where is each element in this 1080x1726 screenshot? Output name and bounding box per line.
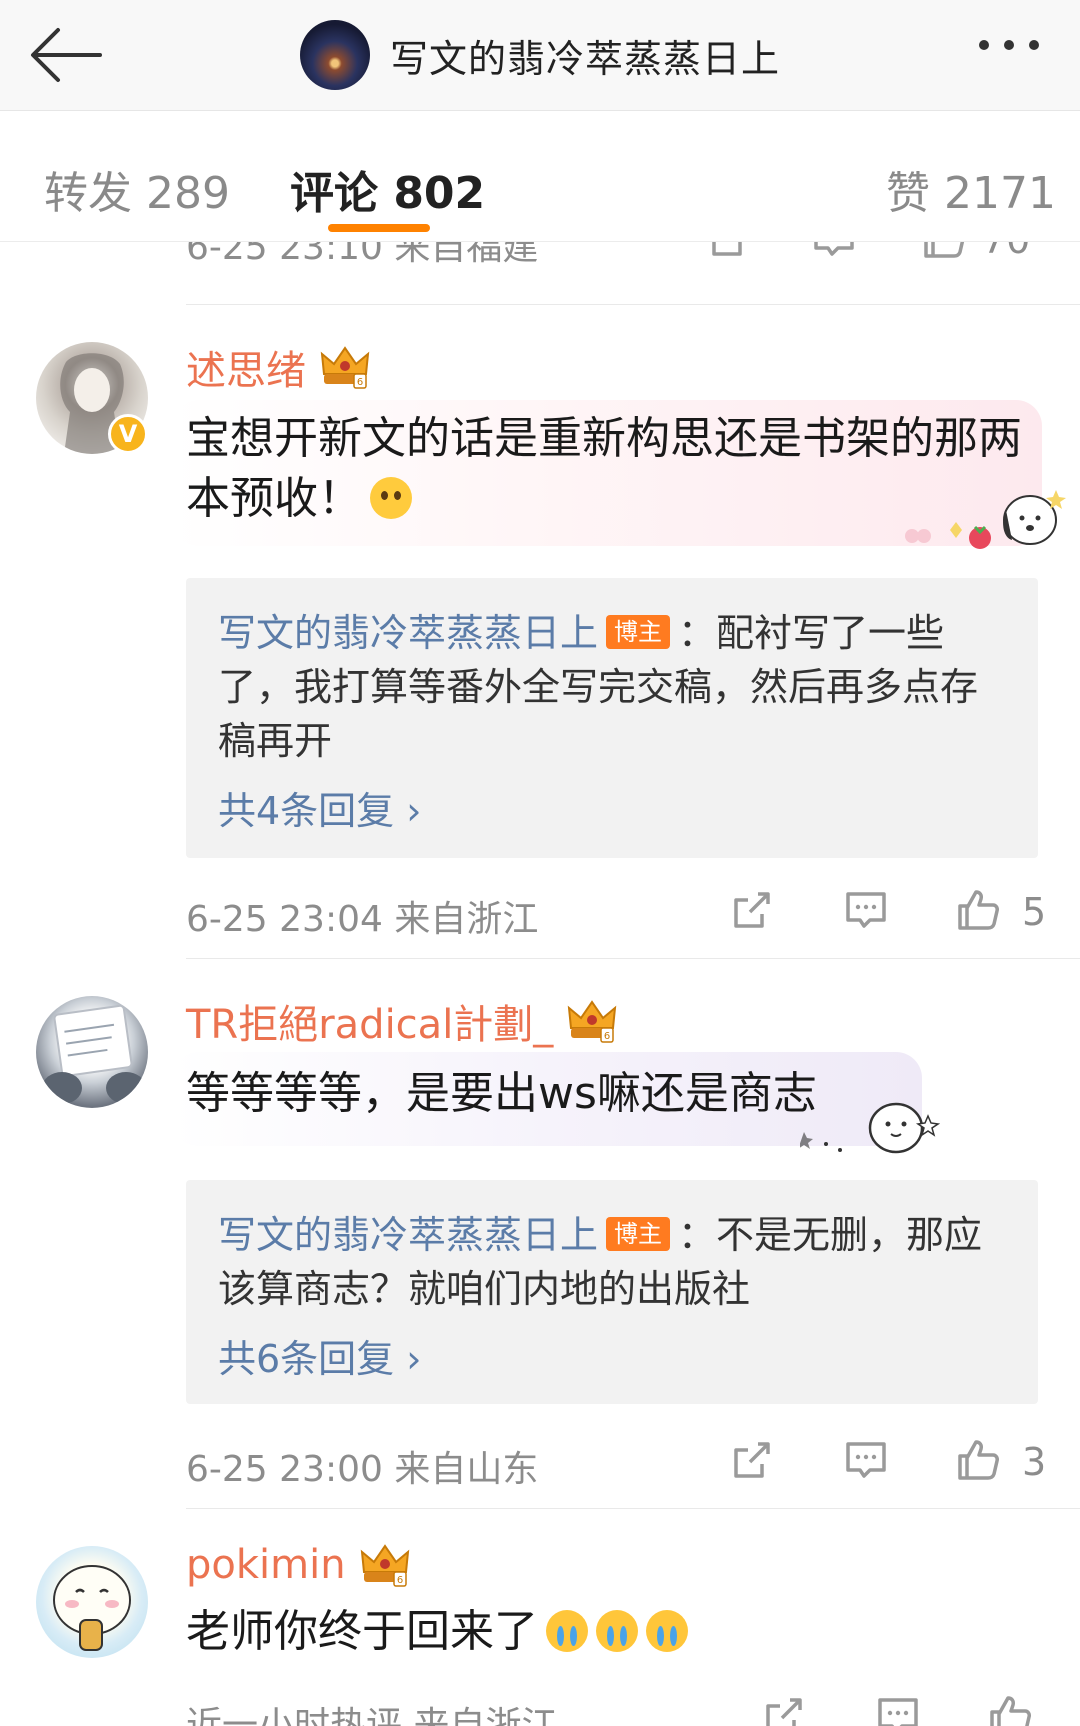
crying-face-emoji-icon xyxy=(596,1610,638,1652)
like-icon[interactable] xyxy=(954,886,1002,934)
comment-username[interactable]: pokimin 6 xyxy=(186,1542,412,1588)
divider xyxy=(186,958,1080,959)
crying-face-emoji-icon xyxy=(646,1610,688,1652)
tab-repost[interactable]: 转发 289 xyxy=(44,157,230,221)
comment-time: 6-25 23:00 来自山东 xyxy=(186,1449,539,1490)
view-replies-link[interactable]: 共4条回复 › xyxy=(218,780,421,835)
reply-text: 写文的翡冷萃蒸蒸日上 博主 ：不是无删，那应该算商志？就咱们内地的出版社 xyxy=(218,1208,1010,1316)
reply-text: 写文的翡冷萃蒸蒸日上 博主 ：配衬写了一些了，我打算等番外全写完交稿，然后再多点存稿… xyxy=(218,606,1010,768)
like-icon[interactable] xyxy=(986,1692,1034,1726)
blogger-tag: 博主 xyxy=(606,1217,671,1251)
comment-body: 等等等等，是要出ws嘛还是商志 xyxy=(186,1068,817,1119)
top-nav-bar: 写文的翡冷萃蒸蒸日上 xyxy=(0,0,1080,111)
avatar[interactable] xyxy=(36,1546,148,1658)
tab-likes[interactable]: 赞 2171 xyxy=(886,157,1056,221)
author-name: 写文的翡冷萃蒸蒸日上 xyxy=(390,36,781,81)
comment-time: 近一小时热评 来自浙江 xyxy=(186,1705,558,1726)
bear-sticker-icon xyxy=(800,1102,940,1154)
back-arrow-icon[interactable] xyxy=(26,22,106,88)
comment-icon[interactable] xyxy=(874,1692,922,1726)
author-header[interactable]: 写文的翡冷萃蒸蒸日上 xyxy=(300,12,780,98)
comment-body: 宝想开新文的话是重新构思还是书架的那两本预收！ xyxy=(186,413,1022,524)
comment-icon[interactable] xyxy=(842,1436,890,1484)
repost-icon[interactable] xyxy=(728,886,776,934)
view-replies-link[interactable]: 共6条回复 › xyxy=(218,1328,421,1383)
divider xyxy=(186,1508,1080,1509)
more-options-icon[interactable] xyxy=(974,30,1044,60)
comment-meta-row: 6-25 23:04 来自浙江 5 xyxy=(0,882,1080,942)
like-icon[interactable] xyxy=(954,1436,1002,1484)
reply-author-name[interactable]: 写文的翡冷萃蒸蒸日上 xyxy=(218,1213,598,1257)
verified-badge-icon: V xyxy=(108,414,148,454)
comment-username[interactable]: 述思绪 6 xyxy=(186,338,372,396)
pleading-face-emoji-icon xyxy=(370,477,412,519)
comment-icon[interactable] xyxy=(842,886,890,934)
username-label: TR拒絕radical計劃_ xyxy=(186,1002,554,1048)
tab-comments[interactable]: 评论 802 xyxy=(290,157,485,221)
blogger-tag: 博主 xyxy=(606,615,671,649)
crying-face-emoji-icon xyxy=(546,1610,588,1652)
comment-feed[interactable]: 6-25 23:10 来自福建 70 V 述思绪 6 宝想开新文的话是重新构思还… xyxy=(0,0,1080,1726)
like-count: 3 xyxy=(1022,1440,1047,1484)
reply-author-name[interactable]: 写文的翡冷萃蒸蒸日上 xyxy=(218,611,598,655)
author-avatar[interactable] xyxy=(300,20,370,90)
comment-body: 老师你终于回来了 xyxy=(186,1606,538,1657)
pochacco-sticker-icon xyxy=(905,490,1066,549)
divider xyxy=(186,304,1080,305)
comment-text: 老师你终于回来了 xyxy=(186,1602,1006,1662)
username-label: pokimin xyxy=(186,1542,346,1588)
reply-preview-box[interactable]: 写文的翡冷萃蒸蒸日上 博主 ：不是无删，那应该算商志？就咱们内地的出版社 共6条回复… xyxy=(186,1180,1038,1404)
comment-time: 6-25 23:04 来自浙江 xyxy=(186,899,539,940)
post-tabs: 转发 289 评论 802 赞 2171 xyxy=(0,111,1080,242)
repost-icon[interactable] xyxy=(760,1692,808,1726)
comment-meta-row: 近一小时热评 来自浙江 xyxy=(0,1688,1080,1726)
like-count: 5 xyxy=(1022,890,1047,934)
svg-text:6: 6 xyxy=(396,1575,402,1586)
crown-badge-icon: 6 xyxy=(360,1544,409,1587)
repost-icon[interactable] xyxy=(728,1436,776,1484)
avatar[interactable] xyxy=(36,996,148,1108)
svg-text:6: 6 xyxy=(357,377,363,388)
crown-badge-icon: 6 xyxy=(320,346,370,389)
active-tab-indicator xyxy=(328,224,430,232)
crown-badge-icon: 6 xyxy=(568,1000,617,1043)
comment-username[interactable]: TR拒絕radical計劃_ 6 xyxy=(186,992,619,1050)
reply-preview-box[interactable]: 写文的翡冷萃蒸蒸日上 博主 ：配衬写了一些了，我打算等番外全写完交稿，然后再多点存稿… xyxy=(186,578,1038,858)
svg-text:6: 6 xyxy=(604,1031,610,1042)
comment-meta-row: 6-25 23:00 来自山东 3 xyxy=(0,1432,1080,1492)
username-label: 述思绪 xyxy=(186,348,306,394)
